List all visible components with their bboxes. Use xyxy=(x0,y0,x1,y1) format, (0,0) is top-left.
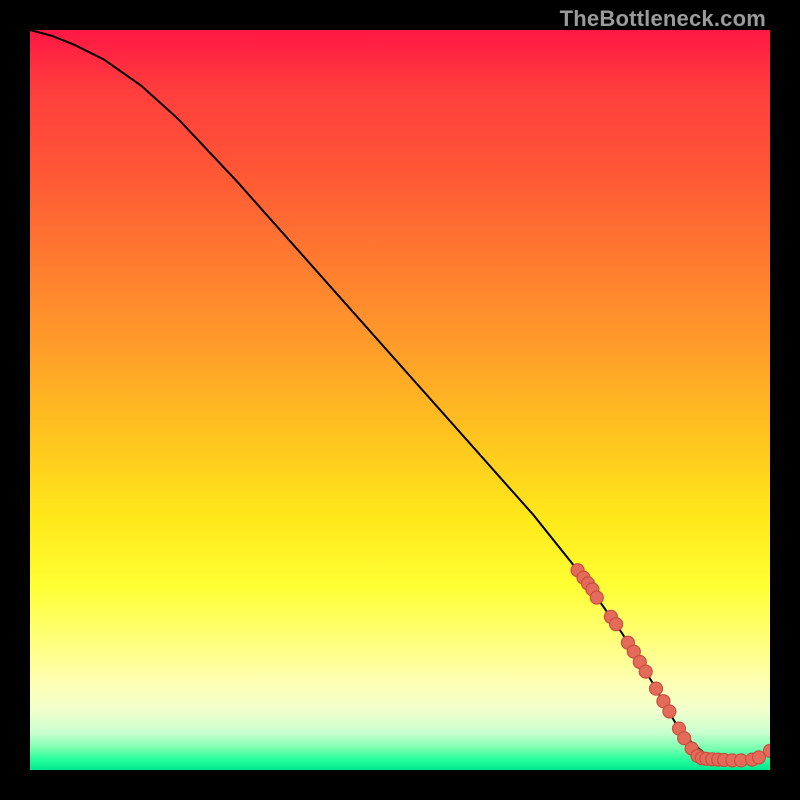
data-point xyxy=(663,705,676,718)
chart-svg xyxy=(30,30,770,770)
data-point xyxy=(639,665,652,678)
chart-frame: TheBottleneck.com xyxy=(0,0,800,800)
data-point xyxy=(590,591,603,604)
bottleneck-curve xyxy=(30,30,770,760)
attribution-text: TheBottleneck.com xyxy=(560,6,766,32)
data-points-group xyxy=(571,564,770,767)
data-point xyxy=(650,682,663,695)
plot-area xyxy=(30,30,770,770)
data-point xyxy=(610,618,623,631)
